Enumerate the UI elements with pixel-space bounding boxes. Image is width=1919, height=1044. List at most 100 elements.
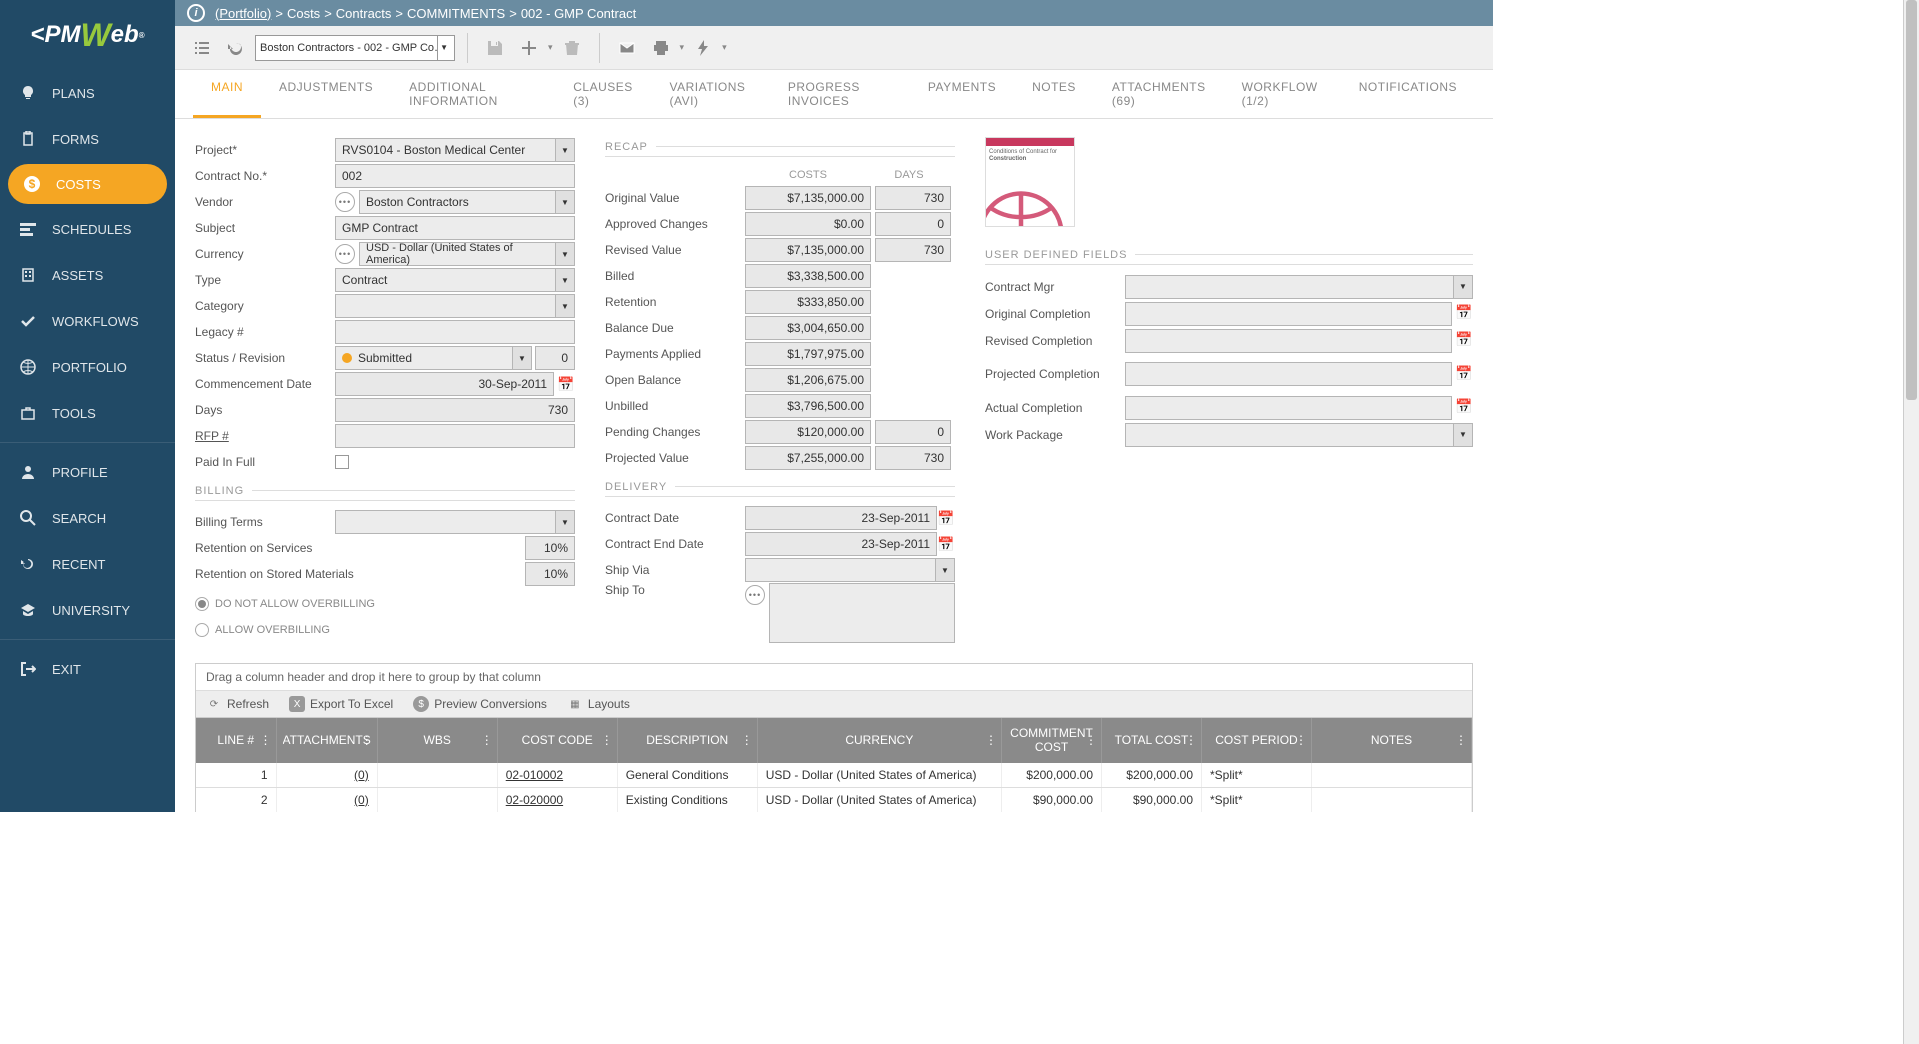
shipto-input[interactable] bbox=[769, 583, 955, 643]
currency-more[interactable]: ••• bbox=[335, 244, 355, 264]
bolt-button[interactable] bbox=[688, 33, 718, 63]
mgr-select[interactable] bbox=[1125, 275, 1473, 299]
undo-button[interactable] bbox=[221, 33, 251, 63]
billing-terms-select[interactable] bbox=[335, 510, 575, 534]
grid-group-hint[interactable]: Drag a column header and drop it here to… bbox=[196, 664, 1472, 691]
nav-assets[interactable]: ASSETS bbox=[0, 252, 175, 298]
export-button[interactable]: XExport To Excel bbox=[289, 696, 393, 712]
calendar-icon[interactable]: 📅 bbox=[557, 373, 575, 395]
rcomp-input[interactable] bbox=[1125, 329, 1452, 353]
shipvia-label: Ship Via bbox=[605, 563, 745, 577]
nav-workflows[interactable]: WORKFLOWS bbox=[0, 298, 175, 344]
revision-input bbox=[535, 346, 575, 370]
calendar-icon[interactable]: 📅 bbox=[937, 533, 955, 555]
shipvia-select[interactable] bbox=[745, 558, 955, 582]
currency-select[interactable]: USD - Dollar (United States of America) bbox=[359, 242, 575, 266]
bc-portfolio[interactable]: (Portfolio) bbox=[215, 6, 271, 21]
search-icon bbox=[18, 508, 38, 528]
col-period[interactable]: COST PERIOD⋮ bbox=[1202, 718, 1312, 763]
toolbar: Boston Contractors - 002 - GMP Contract … bbox=[175, 26, 1493, 70]
col-att[interactable]: ATTACHMENTS⋮ bbox=[276, 718, 377, 763]
nav-costs[interactable]: $COSTS bbox=[8, 164, 167, 204]
type-select[interactable]: Contract bbox=[335, 268, 575, 292]
legacy-input[interactable] bbox=[335, 320, 575, 344]
nav-recent[interactable]: RECENT bbox=[0, 541, 175, 587]
contractno-input[interactable] bbox=[335, 164, 575, 188]
tab-clauses[interactable]: CLAUSES (3) bbox=[555, 70, 651, 118]
vendor-more[interactable]: ••• bbox=[335, 192, 355, 212]
tab-main[interactable]: MAIN bbox=[193, 70, 261, 118]
cedate-input[interactable] bbox=[745, 532, 937, 556]
col-notes[interactable]: NOTES⋮ bbox=[1312, 718, 1472, 763]
nav-portfolio[interactable]: PORTFOLIO bbox=[0, 344, 175, 390]
nav-schedules[interactable]: SCHEDULES bbox=[0, 206, 175, 252]
table-row[interactable]: 2(0)02-020000Existing ConditionsUSD - Do… bbox=[196, 787, 1472, 812]
shipto-more[interactable]: ••• bbox=[745, 585, 765, 605]
delete-button[interactable] bbox=[557, 33, 587, 63]
col-commit[interactable]: COMMITMENT COST⋮ bbox=[1002, 718, 1102, 763]
project-select[interactable]: RVS0104 - Boston Medical Center bbox=[335, 138, 575, 162]
col-line[interactable]: LINE #⋮ bbox=[196, 718, 276, 763]
nav-plans[interactable]: PLANS bbox=[0, 70, 175, 116]
email-button[interactable] bbox=[612, 33, 642, 63]
cdate-input[interactable] bbox=[745, 506, 937, 530]
list-button[interactable] bbox=[187, 33, 217, 63]
nav-forms[interactable]: FORMS bbox=[0, 116, 175, 162]
ocomp-input[interactable] bbox=[1125, 302, 1452, 326]
calendar-icon[interactable]: 📅 bbox=[1455, 396, 1473, 418]
col-code[interactable]: COST CODE⋮ bbox=[497, 718, 617, 763]
tab-attachments[interactable]: ATTACHMENTS (69) bbox=[1094, 70, 1224, 118]
acomp-input[interactable] bbox=[1125, 396, 1452, 420]
bal-cost bbox=[745, 316, 871, 340]
ret-serv-input[interactable] bbox=[525, 536, 575, 560]
nav-label: WORKFLOWS bbox=[52, 314, 139, 329]
info-icon[interactable]: i bbox=[187, 4, 205, 22]
rfp-input[interactable] bbox=[335, 424, 575, 448]
layouts-button[interactable]: ▦Layouts bbox=[567, 696, 630, 712]
tab-notes[interactable]: NOTES bbox=[1014, 70, 1094, 118]
save-button[interactable] bbox=[480, 33, 510, 63]
table-row[interactable]: 1(0)02-010002General ConditionsUSD - Dol… bbox=[196, 763, 1472, 788]
record-selector[interactable]: Boston Contractors - 002 - GMP Contract bbox=[255, 35, 455, 61]
tab-workflow[interactable]: WORKFLOW (1/2) bbox=[1224, 70, 1341, 118]
doc-thumbnail[interactable]: Conditions of Contract forConstruction bbox=[985, 137, 1075, 227]
col-total[interactable]: TOTAL COST⋮ bbox=[1102, 718, 1202, 763]
add-button[interactable] bbox=[514, 33, 544, 63]
calendar-icon[interactable]: 📅 bbox=[1455, 302, 1473, 324]
refresh-icon: ⟳ bbox=[206, 696, 222, 712]
category-select[interactable] bbox=[335, 294, 575, 318]
preview-button[interactable]: $Preview Conversions bbox=[413, 696, 547, 712]
col-curr[interactable]: CURRENCY⋮ bbox=[757, 718, 1001, 763]
tab-variations[interactable]: VARIATIONS (AVI) bbox=[652, 70, 770, 118]
tab-progress[interactable]: PROGRESS INVOICES bbox=[770, 70, 910, 118]
wp-select[interactable] bbox=[1125, 423, 1473, 447]
ret-mat-input[interactable] bbox=[525, 562, 575, 586]
commence-input[interactable] bbox=[335, 372, 554, 396]
calendar-icon[interactable]: 📅 bbox=[1455, 362, 1473, 384]
tab-additional[interactable]: ADDITIONAL INFORMATION bbox=[391, 70, 555, 118]
status-select[interactable]: Submitted bbox=[335, 346, 532, 370]
tab-notifications[interactable]: NOTIFICATIONS bbox=[1341, 70, 1475, 118]
nav-exit[interactable]: EXIT bbox=[0, 646, 175, 692]
pcomp-input[interactable] bbox=[1125, 362, 1452, 386]
calendar-icon[interactable]: 📅 bbox=[1455, 329, 1473, 351]
allow-overbill-radio[interactable] bbox=[195, 623, 209, 637]
no-overbill-radio[interactable] bbox=[195, 597, 209, 611]
paid-checkbox[interactable] bbox=[335, 455, 349, 469]
col-desc[interactable]: DESCRIPTION⋮ bbox=[617, 718, 757, 763]
days-input[interactable] bbox=[335, 398, 575, 422]
bars-icon bbox=[18, 219, 38, 239]
scrollbar[interactable] bbox=[1903, 0, 1919, 1044]
nav-profile[interactable]: PROFILE bbox=[0, 449, 175, 495]
subject-input[interactable] bbox=[335, 216, 575, 240]
nav-search[interactable]: SEARCH bbox=[0, 495, 175, 541]
tab-adjustments[interactable]: ADJUSTMENTS bbox=[261, 70, 391, 118]
nav-tools[interactable]: TOOLS bbox=[0, 390, 175, 436]
col-wbs[interactable]: WBS⋮ bbox=[377, 718, 497, 763]
calendar-icon[interactable]: 📅 bbox=[937, 507, 955, 529]
nav-university[interactable]: UNIVERSITY bbox=[0, 587, 175, 633]
tab-payments[interactable]: PAYMENTS bbox=[910, 70, 1014, 118]
refresh-button[interactable]: ⟳Refresh bbox=[206, 696, 269, 712]
print-button[interactable] bbox=[646, 33, 676, 63]
vendor-select[interactable]: Boston Contractors bbox=[359, 190, 575, 214]
